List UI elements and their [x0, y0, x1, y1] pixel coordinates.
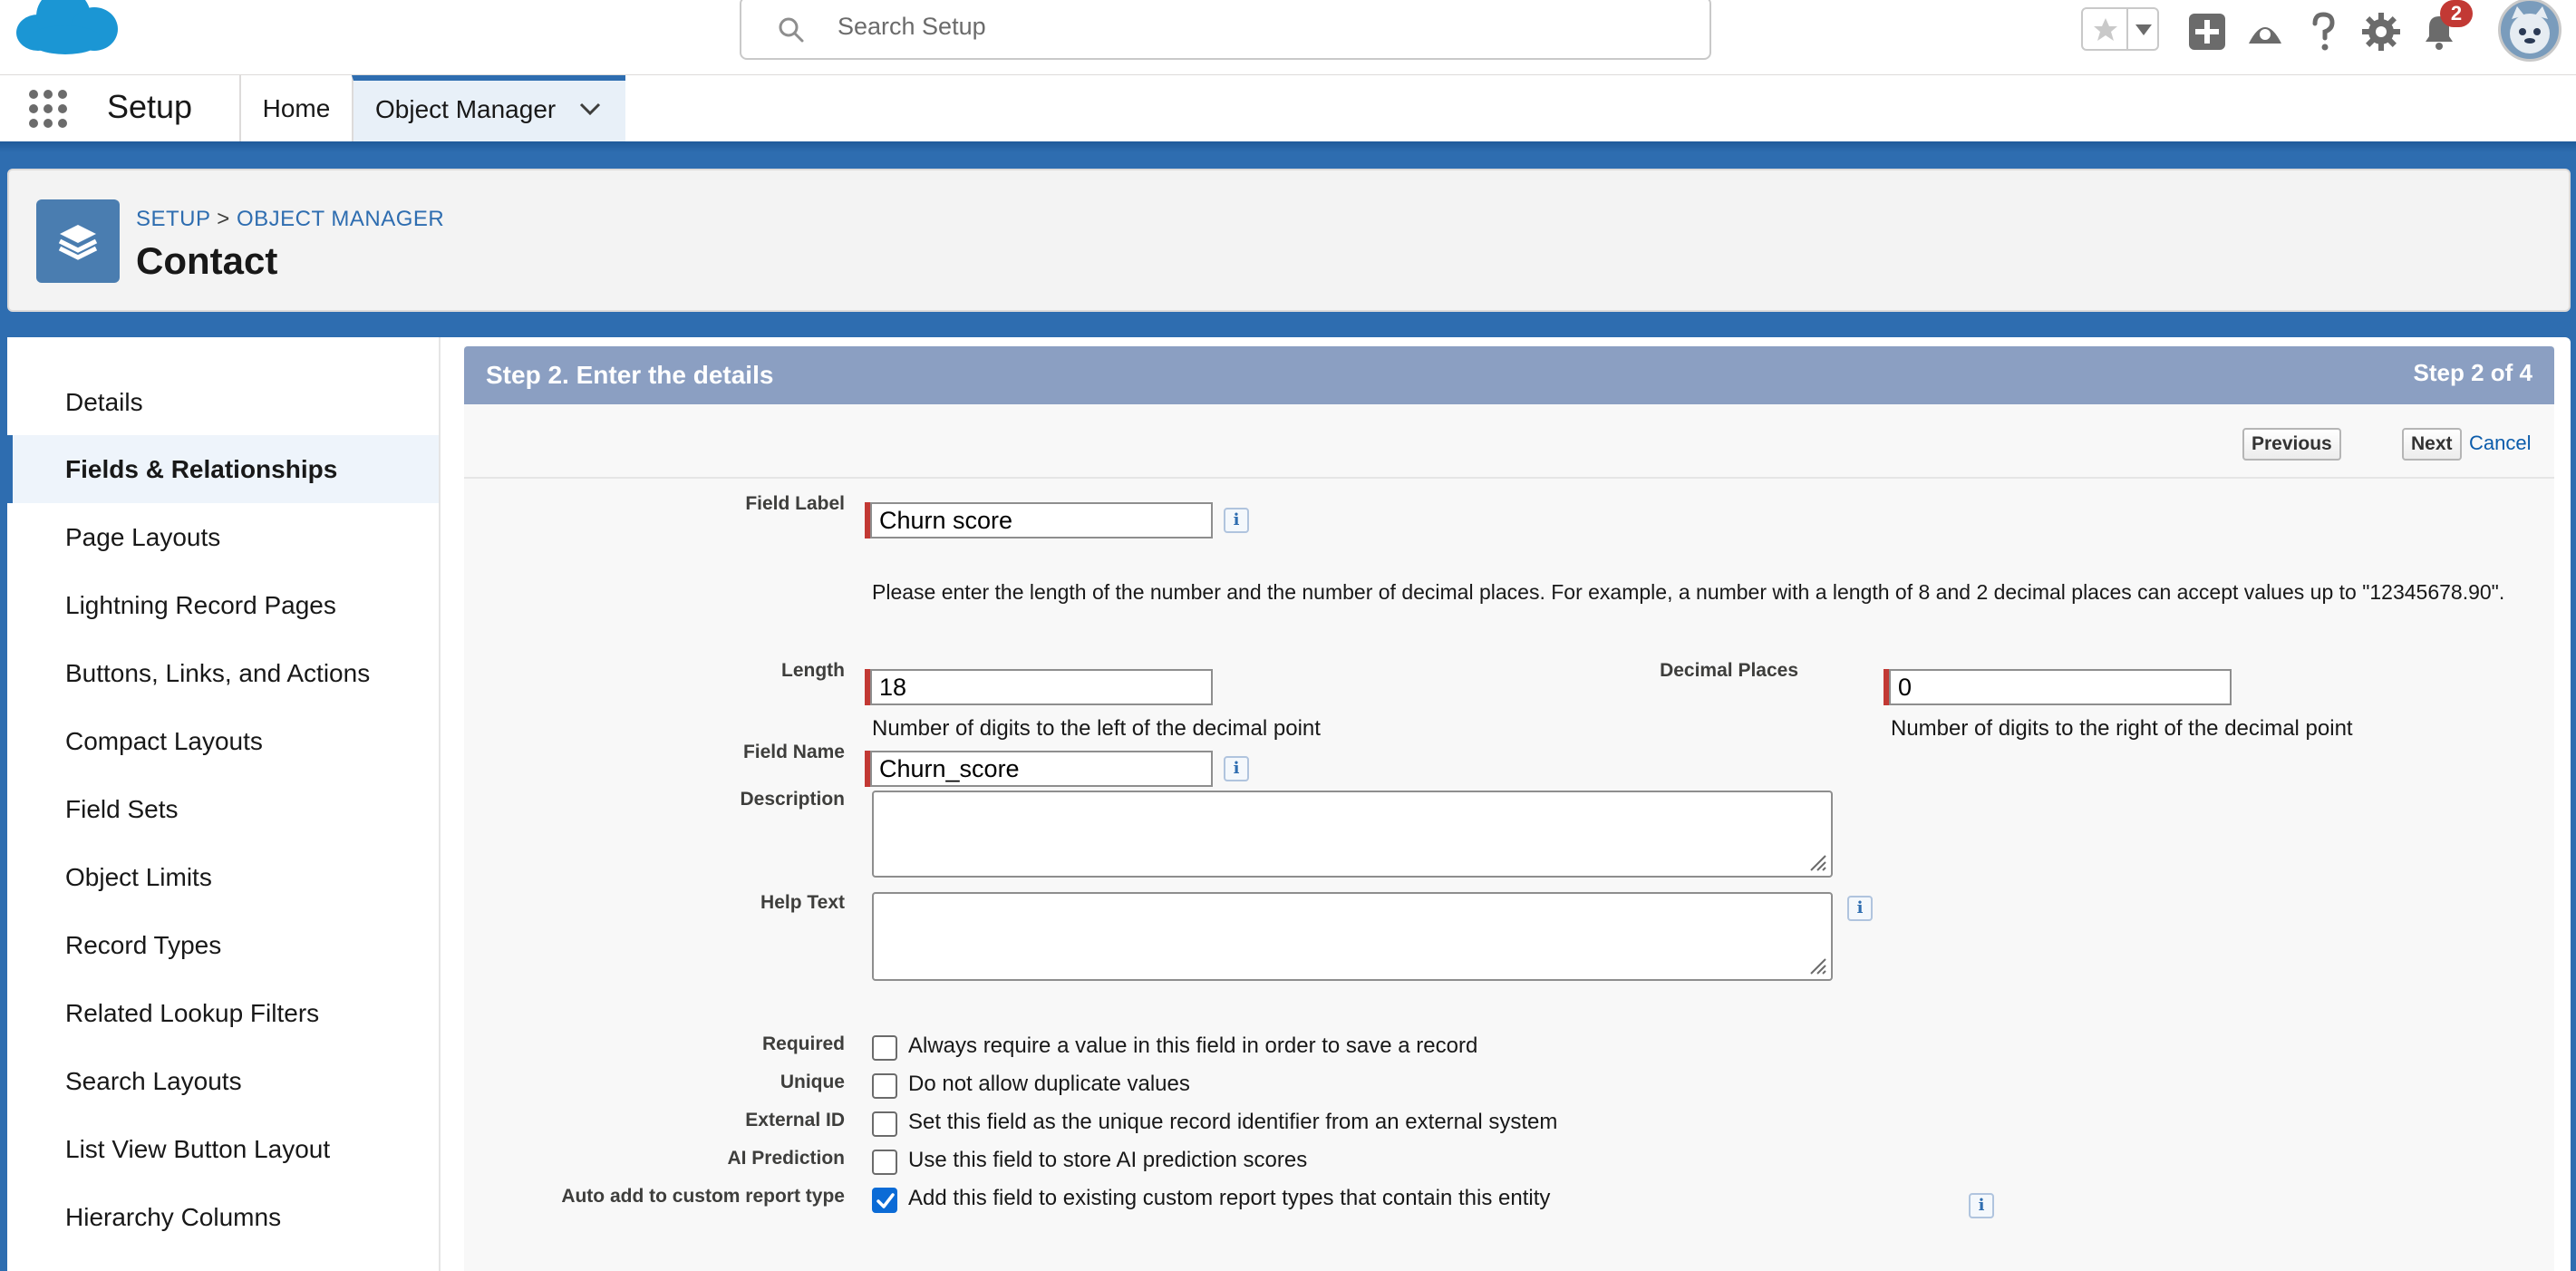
description-label: Description	[740, 789, 845, 810]
sidebar-item-fields-relationships[interactable]: Fields & Relationships	[7, 435, 439, 503]
add-icon[interactable]	[2186, 11, 2228, 53]
breadcrumb-object-manager[interactable]: OBJECT MANAGER	[237, 207, 444, 231]
sidebar-item-details[interactable]: Details	[7, 368, 439, 436]
help-text-label: Help Text	[760, 892, 845, 913]
search-placeholder[interactable]: Search Setup	[838, 13, 986, 41]
info-icon[interactable]: i	[1847, 896, 1873, 921]
sidebar-item-search-layouts[interactable]: Search Layouts	[7, 1047, 439, 1115]
object-icon	[36, 199, 120, 283]
info-icon[interactable]: i	[1969, 1193, 1994, 1218]
sidebar-item-buttons-links-actions[interactable]: Buttons, Links, and Actions	[7, 639, 439, 707]
salesforce-cloud-logo[interactable]	[11, 0, 120, 62]
step-count: Step 2 of 4	[2413, 359, 2532, 386]
unique-label: Unique	[780, 1072, 845, 1092]
breadcrumb: SETUP > OBJECT MANAGER	[136, 207, 444, 232]
chevron-down-icon[interactable]	[578, 101, 602, 117]
previous-button[interactable]: Previous	[2242, 428, 2341, 461]
external-id-label: External ID	[745, 1110, 845, 1130]
tab-home[interactable]: Home	[239, 75, 352, 142]
trailhead-icon[interactable]	[2244, 11, 2286, 53]
chevron-down-icon[interactable]	[2134, 22, 2154, 38]
auto-add-report-type-label: Auto add to custom report type	[561, 1186, 845, 1207]
page-title: Contact	[136, 239, 278, 282]
sidebar-item-related-lookup-filters[interactable]: Related Lookup Filters	[7, 979, 439, 1047]
sidebar-item-hierarchy-columns[interactable]: Hierarchy Columns	[7, 1183, 439, 1251]
length-label: Length	[781, 660, 845, 681]
external-id-checkbox-text: Set this field as the unique record iden…	[908, 1110, 1558, 1134]
field-name-input[interactable]: Churn_score	[870, 751, 1213, 787]
auto-add-report-type-checkbox[interactable]	[872, 1188, 897, 1213]
avatar[interactable]	[2498, 0, 2561, 62]
resize-grip-icon[interactable]	[1807, 852, 1827, 872]
required-checkbox-text: Always require a value in this field in …	[908, 1033, 1478, 1058]
sidebar-item-page-layouts[interactable]: Page Layouts	[7, 503, 439, 571]
sidebar-item-field-sets[interactable]: Field Sets	[7, 775, 439, 843]
info-icon[interactable]: i	[1224, 756, 1249, 781]
content-panel: Details Fields & Relationships Page Layo…	[7, 337, 2571, 1271]
tab-object-manager-label: Object Manager	[375, 95, 557, 123]
decimal-places-label: Decimal Places	[1660, 660, 1798, 681]
divider	[464, 477, 2554, 479]
unique-checkbox[interactable]	[872, 1073, 897, 1099]
sidebar-item-list-view-button-layout[interactable]: List View Button Layout	[7, 1115, 439, 1183]
ai-prediction-checkbox-text: Use this field to store AI prediction sc…	[908, 1148, 1308, 1172]
field-details-form: Step 2. Enter the details Step 2 of 4 Pr…	[464, 346, 2554, 1271]
length-input[interactable]: 18	[870, 669, 1213, 705]
layers-icon	[58, 225, 98, 260]
global-header: Search Setup 2	[0, 0, 2576, 74]
favorites-group[interactable]	[2081, 7, 2159, 51]
required-checkbox[interactable]	[872, 1035, 897, 1061]
page-header: SETUP > OBJECT MANAGER Contact	[7, 169, 2571, 312]
decimal-places-hint: Number of digits to the right of the dec…	[1891, 716, 2353, 741]
ai-prediction-checkbox[interactable]	[872, 1150, 897, 1175]
next-button[interactable]: Next	[2402, 428, 2462, 461]
length-instructions: Please enter the length of the number an…	[872, 580, 2505, 604]
nav-bar: Setup Home Object Manager	[0, 74, 2576, 142]
notification-badge: 2	[2440, 0, 2473, 27]
description-textarea[interactable]	[872, 791, 1833, 878]
sidebar-item-object-limits[interactable]: Object Limits	[7, 843, 439, 911]
app-name: Setup	[107, 88, 193, 125]
blue-band	[0, 141, 2576, 152]
app-launcher-icon[interactable]	[27, 88, 69, 130]
gear-icon[interactable]	[2360, 11, 2402, 53]
length-hint: Number of digits to the left of the deci…	[872, 716, 1321, 741]
external-id-checkbox[interactable]	[872, 1111, 897, 1137]
field-label-label: Field Label	[745, 493, 845, 514]
star-icon[interactable]	[2092, 16, 2119, 44]
sidebar-item-record-types[interactable]: Record Types	[7, 911, 439, 979]
help-icon[interactable]	[2302, 11, 2344, 53]
sidebar: Details Fields & Relationships Page Layo…	[7, 337, 441, 1271]
field-label-input[interactable]: Churn score	[870, 502, 1213, 538]
astro-avatar-icon	[2510, 6, 2550, 53]
unique-checkbox-text: Do not allow duplicate values	[908, 1072, 1190, 1096]
cancel-link[interactable]: Cancel	[2469, 432, 2531, 455]
checkmark-icon	[876, 1193, 895, 1208]
sidebar-item-compact-layouts[interactable]: Compact Layouts	[7, 707, 439, 775]
step-title: Step 2. Enter the details	[486, 361, 774, 389]
favorites-divider	[2126, 9, 2128, 49]
search-icon	[779, 17, 804, 43]
step-bar: Step 2. Enter the details Step 2 of 4	[464, 346, 2554, 404]
info-icon[interactable]: i	[1224, 508, 1249, 533]
resize-grip-icon[interactable]	[1807, 956, 1827, 975]
ai-prediction-label: AI Prediction	[727, 1148, 845, 1169]
breadcrumb-separator: >	[217, 207, 230, 231]
help-text-textarea[interactable]	[872, 892, 1833, 981]
tab-object-manager[interactable]: Object Manager	[352, 75, 625, 142]
field-name-label: Field Name	[742, 742, 845, 762]
breadcrumb-setup[interactable]: SETUP	[136, 207, 210, 231]
required-label: Required	[761, 1033, 845, 1054]
search-box[interactable]: Search Setup	[740, 0, 1711, 60]
auto-add-report-type-checkbox-text: Add this field to existing custom report…	[908, 1186, 1551, 1210]
decimal-places-input[interactable]: 0	[1889, 669, 2232, 705]
sidebar-item-lightning-record-pages[interactable]: Lightning Record Pages	[7, 571, 439, 639]
